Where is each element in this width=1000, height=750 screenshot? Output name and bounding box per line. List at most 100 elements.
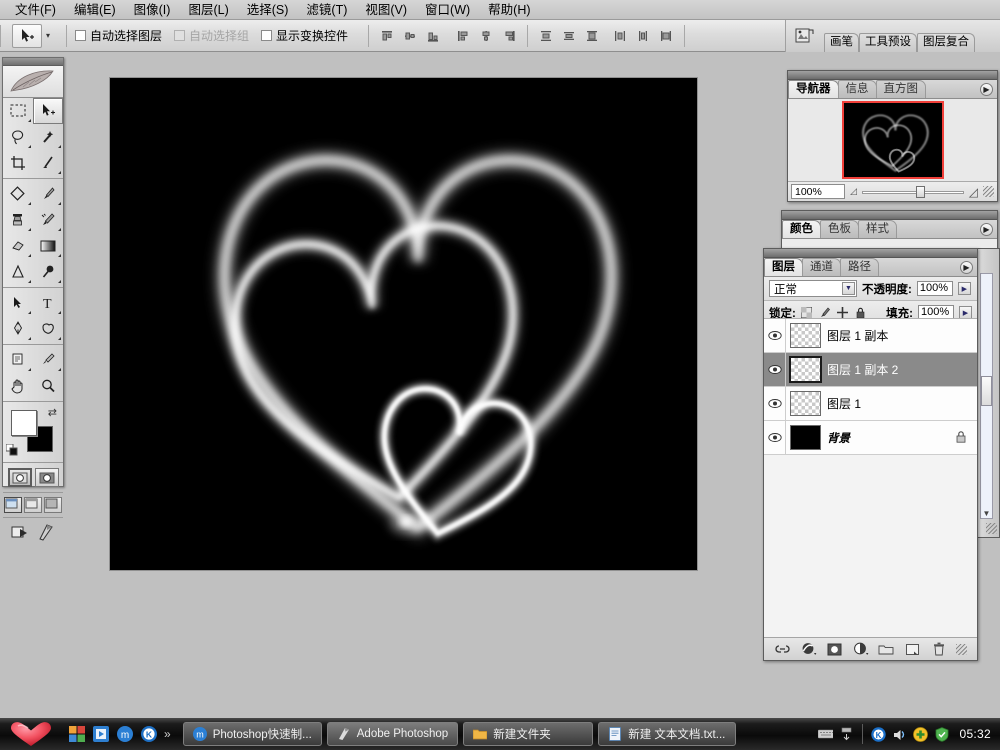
align-top-edges-icon[interactable] <box>377 26 397 46</box>
align-horizontal-centers-icon[interactable] <box>476 26 496 46</box>
menu-view[interactable]: 视图(V) <box>356 1 416 19</box>
tool-lasso[interactable] <box>3 124 33 150</box>
kingsoft-tray-icon[interactable]: K <box>871 726 887 742</box>
distribute-vertical-centers-icon[interactable] <box>559 26 579 46</box>
tool-path-selection[interactable] <box>3 290 33 316</box>
color-panel-drag-handle[interactable] <box>782 211 997 220</box>
table-row[interactable]: 图层 1 副本 <box>764 319 977 353</box>
jump-to-imageready-icon[interactable] <box>11 524 33 545</box>
resize-grip-icon[interactable] <box>983 186 994 197</box>
tab-info[interactable]: 信息 <box>837 80 877 98</box>
tab-channels[interactable]: 通道 <box>802 258 841 276</box>
chevron-down-icon[interactable]: ▼ <box>842 282 855 295</box>
distribute-right-edges-icon[interactable] <box>656 26 676 46</box>
menu-select[interactable]: 选择(S) <box>238 1 298 19</box>
tool-pen[interactable] <box>3 316 33 342</box>
tab-paths[interactable]: 路径 <box>840 258 879 276</box>
opacity-slider-arrow-icon[interactable]: ▶ <box>957 282 971 295</box>
volume-tray-icon[interactable] <box>892 727 907 742</box>
zoom-out-icon[interactable]: ◿ <box>850 186 857 197</box>
tab-histogram[interactable]: 直方图 <box>875 80 926 98</box>
menu-edit[interactable]: 编辑(E) <box>65 1 125 19</box>
task-adobe-photoshop[interactable]: Adobe Photoshop <box>326 722 459 746</box>
active-tool-icon[interactable] <box>12 23 42 48</box>
layer-thumbnail[interactable] <box>790 425 821 450</box>
taskbar-clock[interactable]: 05:32 <box>959 727 991 741</box>
new-adjustment-layer-icon[interactable] <box>852 641 869 657</box>
auto-select-layer-checkbox[interactable]: 自动选择图层 <box>75 27 162 44</box>
layer-name[interactable]: 背景 <box>827 430 955 446</box>
resize-grip-icon[interactable] <box>986 523 997 534</box>
update-tray-icon[interactable] <box>913 726 929 742</box>
task-photoshop-tutorial[interactable]: m Photoshop快速制... <box>182 722 322 746</box>
table-row[interactable]: 图层 1 副本 2 <box>764 353 977 387</box>
menu-window[interactable]: 窗口(W) <box>416 1 479 19</box>
align-vertical-centers-icon[interactable] <box>400 26 420 46</box>
standard-screen-mode-icon[interactable] <box>4 497 22 513</box>
table-row[interactable]: 背景 <box>764 421 977 455</box>
panel-menu-icon[interactable]: ▶ <box>980 223 993 236</box>
layer-thumbnail[interactable] <box>789 356 822 383</box>
media-player-icon[interactable] <box>92 726 109 743</box>
panel-menu-icon[interactable]: ▶ <box>960 261 973 274</box>
language-bar-icon[interactable] <box>818 727 834 742</box>
navigator-zoom-value[interactable]: 100% <box>791 184 845 199</box>
security-shield-icon[interactable] <box>934 726 949 742</box>
resize-grip-icon[interactable] <box>956 643 968 655</box>
tool-magic-wand[interactable] <box>33 124 63 150</box>
tool-preset-chevron-icon[interactable]: ▾ <box>46 31 50 40</box>
layer-visibility-toggle[interactable] <box>764 319 786 352</box>
layer-list[interactable]: 图层 1 副本 图层 1 副本 2 图层 1 背景 <box>764 318 977 637</box>
distribute-top-edges-icon[interactable] <box>536 26 556 46</box>
kingsoft-icon[interactable]: K <box>140 726 157 743</box>
standard-mode-icon[interactable] <box>7 468 32 487</box>
lock-all-icon[interactable] <box>855 307 867 319</box>
well-tab-brushes[interactable]: 画笔 <box>824 33 859 52</box>
panel-scrollbar[interactable] <box>980 273 993 519</box>
layers-panel-drag-handle[interactable] <box>764 249 977 258</box>
tool-eyedropper[interactable] <box>33 347 63 373</box>
distribute-bottom-edges-icon[interactable] <box>582 26 602 46</box>
tool-healing-brush[interactable] <box>3 181 33 207</box>
tool-history-brush[interactable] <box>33 207 63 233</box>
task-new-text-document[interactable]: 新建 文本文档.txt... <box>598 722 737 746</box>
ime-toolbar-icon[interactable] <box>839 727 854 742</box>
full-screen-menubar-icon[interactable] <box>24 497 42 513</box>
task-new-folder[interactable]: 新建文件夹 <box>463 722 594 746</box>
well-tab-layer-comps[interactable]: 图层复合 <box>917 33 975 52</box>
menu-file[interactable]: 文件(F) <box>6 1 65 19</box>
quick-mask-mode-icon[interactable] <box>34 468 59 487</box>
menu-layer[interactable]: 图层(L) <box>179 1 237 19</box>
navigator-zoom-slider[interactable] <box>861 184 964 199</box>
document-canvas[interactable] <box>110 78 697 570</box>
tool-type[interactable]: T <box>33 290 63 316</box>
zoom-in-icon[interactable]: ◿ <box>969 185 978 199</box>
tab-swatches[interactable]: 色板 <box>820 220 859 238</box>
tool-blur[interactable] <box>3 259 33 285</box>
tool-gradient[interactable] <box>33 233 63 259</box>
layer-visibility-toggle[interactable] <box>764 353 786 386</box>
add-layer-style-icon[interactable] <box>800 641 817 657</box>
align-left-edges-icon[interactable] <box>453 26 473 46</box>
default-colors-icon[interactable] <box>5 443 18 456</box>
tool-zoom[interactable] <box>33 373 63 399</box>
start-button[interactable] <box>0 718 62 750</box>
maxthon-icon[interactable]: m <box>116 726 133 743</box>
layer-visibility-toggle[interactable] <box>764 387 786 420</box>
tab-color[interactable]: 颜色 <box>782 220 821 238</box>
layer-visibility-toggle[interactable] <box>764 421 786 454</box>
tool-custom-shape[interactable] <box>33 316 63 342</box>
show-transform-controls-checkbox[interactable]: 显示变换控件 <box>261 27 348 44</box>
lock-transparent-pixels-icon[interactable] <box>801 307 813 319</box>
navigator-preview[interactable] <box>788 99 997 181</box>
tool-brush[interactable] <box>33 181 63 207</box>
align-bottom-edges-icon[interactable] <box>423 26 443 46</box>
tool-eraser[interactable] <box>3 233 33 259</box>
align-right-edges-icon[interactable] <box>499 26 519 46</box>
table-row[interactable]: 图层 1 <box>764 387 977 421</box>
scroll-down-icon[interactable]: ▼ <box>981 508 992 519</box>
tool-dodge[interactable] <box>33 259 63 285</box>
tool-marquee[interactable] <box>3 98 33 124</box>
swap-colors-icon[interactable]: ⇄ <box>48 406 57 419</box>
menu-help[interactable]: 帮助(H) <box>479 1 539 19</box>
